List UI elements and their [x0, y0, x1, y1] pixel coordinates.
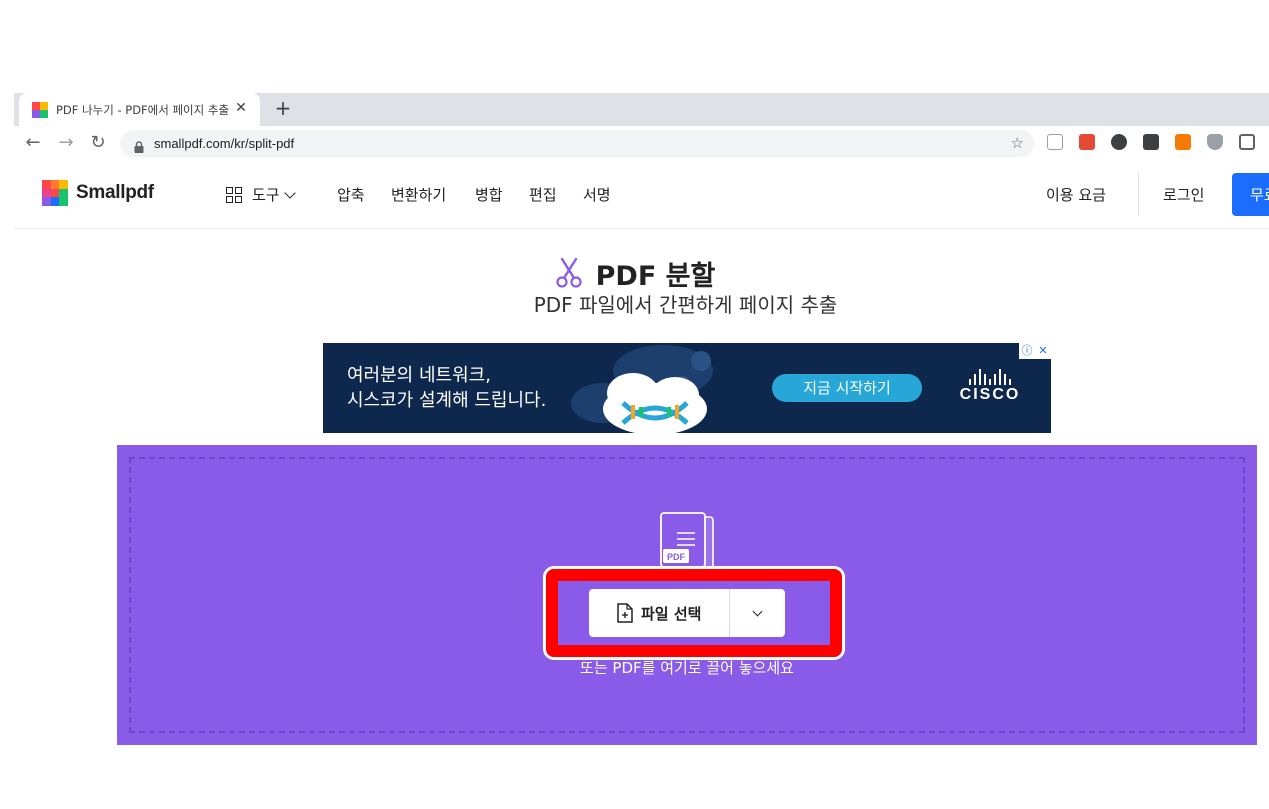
- extension-acrobat-icon[interactable]: [1079, 134, 1095, 150]
- extension-shield-icon[interactable]: [1207, 134, 1223, 150]
- chevron-down-icon: [283, 186, 296, 199]
- pdf-file-icon: PDF: [660, 512, 714, 569]
- page-title: PDF 분할: [595, 261, 716, 292]
- back-icon[interactable]: ←: [21, 131, 45, 155]
- logo-mark-icon: [42, 180, 68, 206]
- signup-button[interactable]: 무료: [1232, 173, 1269, 216]
- forward-icon[interactable]: →: [54, 131, 78, 155]
- extension-e-icon[interactable]: [1111, 134, 1127, 150]
- address-bar[interactable]: smallpdf.com/kr/split-pdf ☆: [120, 130, 1034, 157]
- extension-cast-icon[interactable]: [1047, 134, 1063, 150]
- cisco-wordmark: CISCO: [959, 386, 1021, 403]
- tools-label: 도구: [252, 186, 280, 204]
- extension-i-icon[interactable]: [1143, 134, 1159, 150]
- ad-banner[interactable]: 여러분의 네트워크, 시스코가 설계해 드립니다. 지금 시작하기 CISCO …: [323, 343, 1051, 433]
- reload-icon[interactable]: ↻: [86, 131, 110, 155]
- page-subtitle: PDF 파일에서 간편하게 페이지 추출: [533, 293, 838, 317]
- drop-hint-text: 또는 PDF를 여기로 끌어 놓으세요: [580, 659, 794, 677]
- file-add-icon: [617, 603, 633, 623]
- upload-source-dropdown[interactable]: [730, 589, 785, 637]
- smallpdf-logo[interactable]: Smallpdf: [42, 180, 154, 206]
- smallpdf-favicon-icon: [32, 101, 48, 118]
- pdf-badge-label: PDF: [667, 552, 686, 562]
- choose-file-button-group: 파일 선택: [589, 589, 785, 637]
- nav-edit[interactable]: 편집: [529, 184, 557, 205]
- ad-cta-button[interactable]: 지금 시작하기: [772, 374, 922, 402]
- ad-close-icon[interactable]: ✕: [1035, 343, 1051, 359]
- nav-sign[interactable]: 서명: [583, 184, 611, 205]
- choose-file-label: 파일 선택: [641, 604, 702, 623]
- nav-convert[interactable]: 변환하기: [391, 184, 446, 205]
- extension-fx-icon[interactable]: [1175, 134, 1191, 150]
- ad-controls: ⓘ ✕: [1019, 343, 1051, 359]
- ad-line-1: 여러분의 네트워크,: [347, 365, 491, 386]
- nav-compress[interactable]: 압축: [337, 184, 365, 205]
- new-tab-button[interactable]: +: [272, 96, 294, 120]
- ad-line-2: 시스코가 설계해 드립니다.: [347, 390, 547, 411]
- browser-tab[interactable]: PDF 나누기 - PDF에서 페이지 추출 ✕: [19, 93, 260, 126]
- grid-icon: [226, 186, 242, 203]
- lock-icon: [134, 138, 144, 153]
- cisco-logo: CISCO: [955, 369, 1025, 404]
- extension-window-icon[interactable]: [1239, 134, 1255, 150]
- nav-merge[interactable]: 병합: [475, 184, 503, 205]
- chevron-down-icon: [752, 606, 763, 616]
- url-text: smallpdf.com/kr/split-pdf: [154, 136, 295, 151]
- choose-file-button[interactable]: 파일 선택: [589, 589, 730, 637]
- ad-text: 여러분의 네트워크, 시스코가 설계해 드립니다.: [347, 363, 546, 413]
- nav-pricing[interactable]: 이용 요금: [1046, 184, 1106, 205]
- page-title-row: PDF 분할: [0, 254, 1269, 293]
- ad-info-icon[interactable]: ⓘ: [1019, 343, 1035, 359]
- tools-menu[interactable]: 도구: [226, 184, 296, 205]
- cloud-dna-icon: [571, 345, 713, 433]
- brand-name: Smallpdf: [76, 182, 154, 203]
- login-link[interactable]: 로그인: [1163, 184, 1204, 205]
- bookmark-star-icon[interactable]: ☆: [1011, 134, 1024, 152]
- tab-title: PDF 나누기 - PDF에서 페이지 추출: [56, 102, 230, 117]
- scissors-icon: [554, 256, 584, 292]
- close-tab-icon[interactable]: ✕: [232, 100, 250, 116]
- header-divider: [1138, 172, 1139, 216]
